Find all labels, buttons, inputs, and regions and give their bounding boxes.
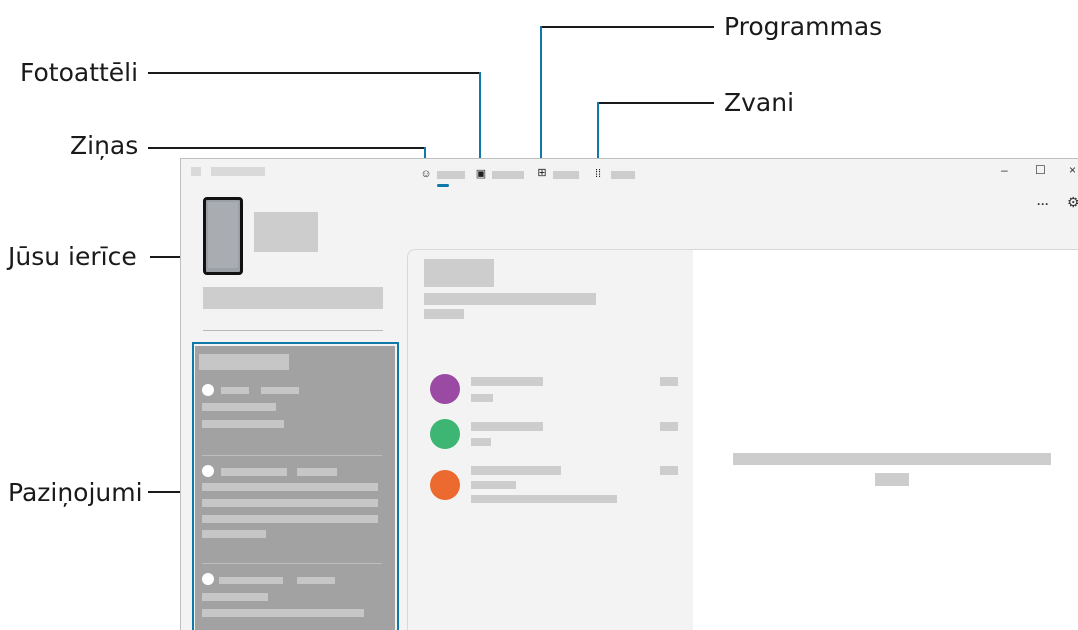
leader-zvani bbox=[598, 102, 714, 104]
close-button[interactable]: × bbox=[1069, 163, 1076, 177]
callout-pazinojumi: Paziņojumi bbox=[8, 478, 143, 507]
callout-jusu-ierice: Jūsu ierīce bbox=[8, 242, 137, 271]
messages-icon[interactable]: ☺ bbox=[419, 168, 433, 180]
device-status-bar bbox=[203, 287, 383, 309]
callout-fotoatteli: Fotoattēli bbox=[20, 58, 139, 87]
avatar bbox=[430, 419, 460, 449]
callout-zvani: Zvani bbox=[724, 88, 795, 117]
device-name bbox=[254, 212, 318, 252]
app-title bbox=[211, 167, 265, 176]
apps-icon[interactable]: ⊞ bbox=[535, 167, 549, 179]
device-phone-image bbox=[203, 197, 243, 275]
avatar bbox=[430, 374, 460, 404]
tab-messages-label[interactable] bbox=[437, 171, 465, 179]
app-window: – ☐ × ☺ ▣ ⊞ ⁞⁞ ··· ⚙ bbox=[180, 158, 1078, 630]
list-subtitle bbox=[424, 293, 596, 305]
leader-programmas bbox=[540, 26, 714, 28]
conversation-list bbox=[407, 249, 694, 630]
list-title bbox=[424, 259, 494, 287]
divider bbox=[203, 330, 383, 331]
settings-icon[interactable]: ⚙ bbox=[1067, 195, 1078, 209]
leader-fotoatteli bbox=[148, 72, 480, 74]
tab-active-indicator bbox=[437, 184, 449, 187]
empty-state-action bbox=[875, 473, 909, 486]
tab-calls-label[interactable] bbox=[611, 171, 635, 179]
avatar bbox=[430, 470, 460, 500]
minimize-button[interactable]: – bbox=[1001, 163, 1008, 177]
list-meta bbox=[424, 309, 464, 319]
pointer-zvani bbox=[597, 102, 599, 164]
callout-programmas: Programmas bbox=[724, 12, 883, 41]
more-options-icon[interactable]: ··· bbox=[1037, 197, 1049, 211]
photos-icon[interactable]: ▣ bbox=[474, 168, 488, 180]
maximize-button[interactable]: ☐ bbox=[1035, 163, 1046, 177]
empty-state-message bbox=[733, 453, 1051, 465]
pointer-fotoatteli bbox=[479, 72, 481, 164]
pointer-programmas bbox=[540, 26, 542, 164]
callout-zinas: Ziņas bbox=[70, 131, 139, 160]
leader-zinas bbox=[148, 147, 426, 149]
conversation-detail bbox=[693, 249, 1078, 630]
notifications-highlight bbox=[192, 342, 399, 630]
app-icon bbox=[191, 167, 201, 176]
dialpad-icon[interactable]: ⁞⁞ bbox=[591, 168, 605, 180]
tab-photos-label[interactable] bbox=[492, 171, 524, 179]
tab-apps-label[interactable] bbox=[553, 171, 579, 179]
